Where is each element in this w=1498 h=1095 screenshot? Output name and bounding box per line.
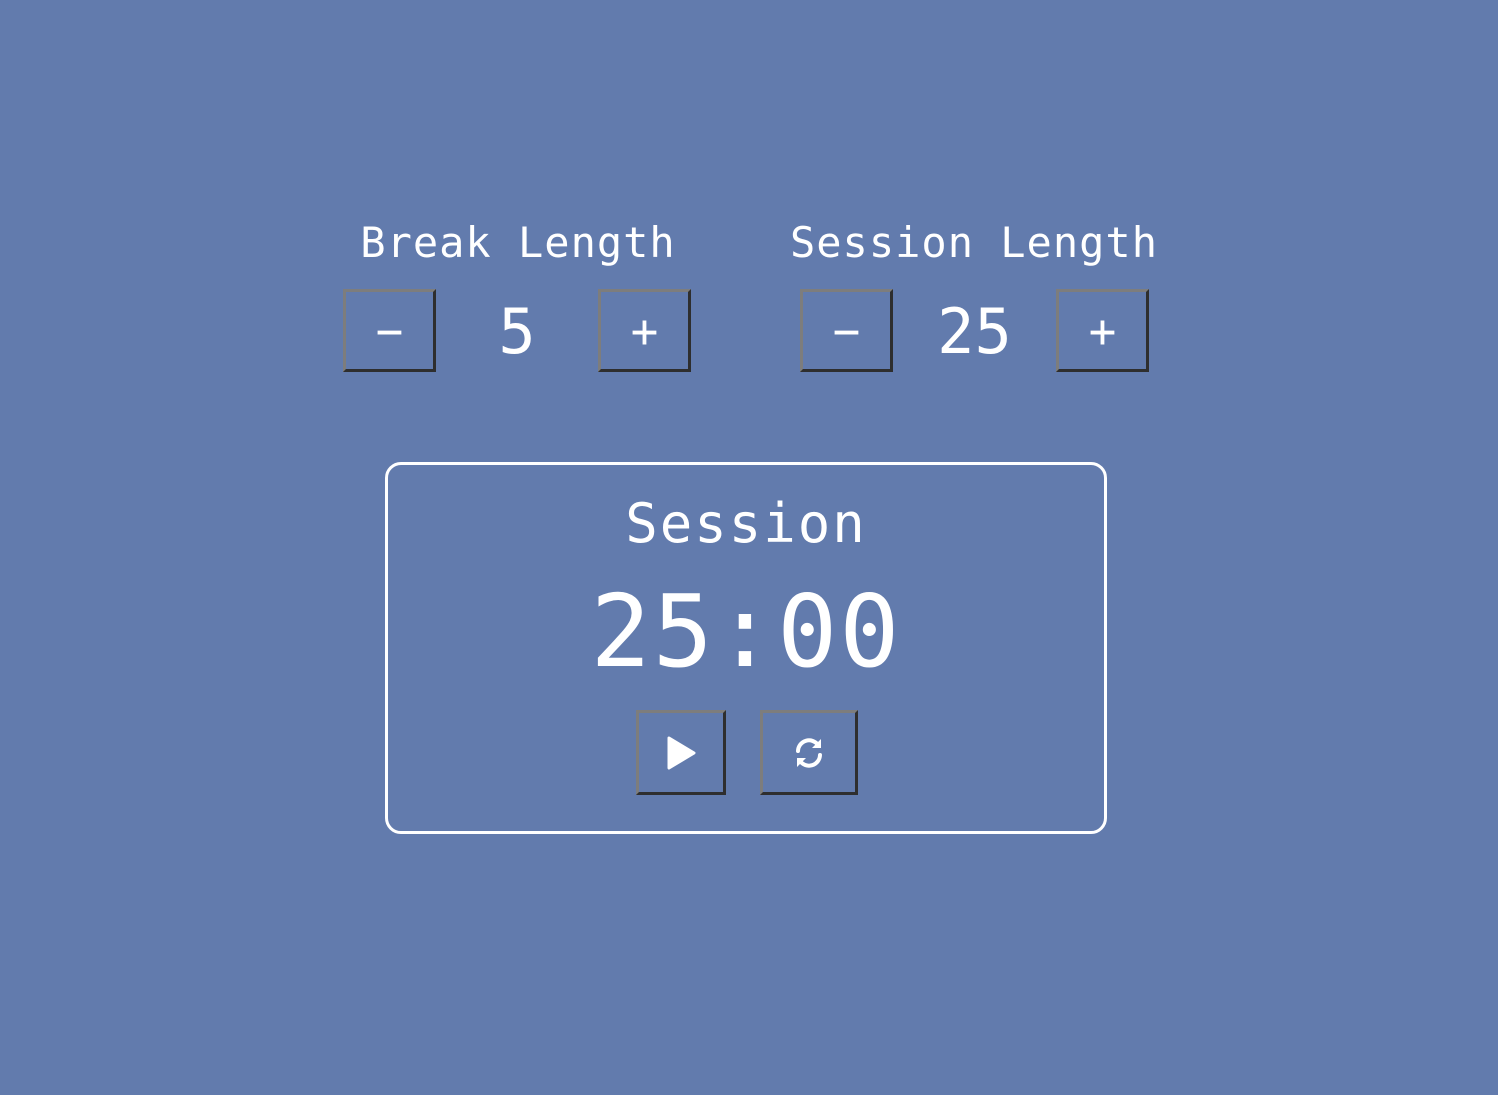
start-stop-button[interactable] [636,710,726,795]
reset-button[interactable] [760,710,858,795]
plus-icon: + [1088,303,1117,358]
time-left: 25:00 [590,573,902,690]
session-decrement-button[interactable]: − [800,289,893,372]
play-icon [667,736,696,769]
minus-icon: − [375,303,404,358]
minus-icon: − [832,303,861,358]
pomodoro-app: Break Length Session Length − 5 + − 25 +… [0,0,1498,1095]
timer-label: Session [625,492,867,555]
refresh-icon [796,737,822,768]
break-decrement-button[interactable]: − [343,289,436,372]
session-increment-button[interactable]: + [1056,289,1149,372]
session-length-label: Session Length [789,218,1158,267]
timer-panel: Session 25:00 [385,462,1107,834]
break-increment-button[interactable]: + [598,289,691,372]
break-length-value: 5 [498,295,536,368]
session-length-value: 25 [937,295,1012,368]
plus-icon: + [630,303,659,358]
break-length-label: Break Length [360,218,676,267]
